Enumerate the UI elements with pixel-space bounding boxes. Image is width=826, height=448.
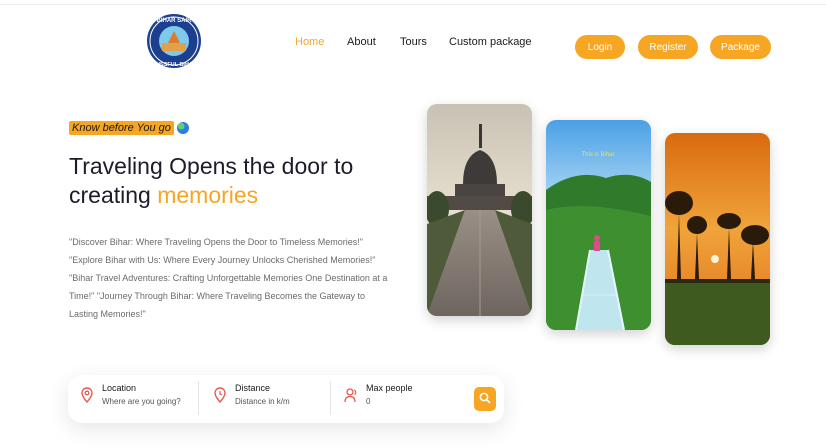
distance-label: Distance — [235, 383, 271, 393]
location-label: Location — [102, 383, 137, 393]
search-icon — [479, 392, 491, 407]
register-button[interactable]: Register — [638, 35, 698, 59]
package-button[interactable]: Package — [710, 35, 771, 59]
max-people-label: Max people — [366, 383, 413, 393]
max-people-value: 0 — [366, 397, 371, 406]
distance-field[interactable]: Distance Distance in k/m — [213, 383, 323, 415]
sunset-photo — [665, 133, 770, 345]
location-pin-icon — [80, 387, 94, 404]
nav-custom-package[interactable]: Custom package — [449, 36, 532, 48]
max-people-field[interactable]: Max people 0 — [344, 383, 454, 415]
stupa-photo — [427, 104, 532, 316]
headline-accent: memories — [157, 182, 259, 208]
hero-kicker: Know before You go — [69, 121, 189, 135]
search-bar: Location Where are you going? Distance D… — [68, 375, 504, 423]
headline-prefix: creating — [69, 182, 158, 208]
brand-logo[interactable]: BIHAR SAIR BLISSFUL BIHAR — [146, 11, 202, 71]
distance-pin-icon — [213, 387, 227, 404]
location-field[interactable]: Location Where are you going? — [80, 383, 190, 415]
card-caption: This is Bihar — [581, 152, 614, 158]
hero-description: "Discover Bihar: Where Traveling Opens t… — [69, 237, 388, 319]
kicker-label: Know before You go — [69, 121, 174, 135]
distance-value: Distance in k/m — [235, 397, 290, 406]
login-button[interactable]: Login — [575, 35, 625, 59]
nav-home[interactable]: Home — [295, 36, 324, 48]
search-divider — [198, 381, 199, 415]
people-icon — [344, 387, 358, 403]
nav-tours[interactable]: Tours — [400, 36, 427, 48]
search-divider — [330, 381, 331, 415]
headline-line1: Traveling Opens the door to — [69, 153, 354, 179]
nav-about[interactable]: About — [347, 36, 376, 48]
glass-bridge-photo: This is Bihar — [546, 120, 651, 330]
hero-headline: Traveling Opens the door to creating mem… — [69, 152, 399, 210]
search-button[interactable] — [474, 387, 496, 411]
location-value: Where are you going? — [102, 397, 181, 406]
logo-top-text: BIHAR SAIR — [156, 18, 192, 24]
globe-icon — [176, 122, 189, 134]
logo-bottom-text: BLISSFUL BIHAR — [151, 62, 197, 68]
top-border — [0, 4, 826, 5]
